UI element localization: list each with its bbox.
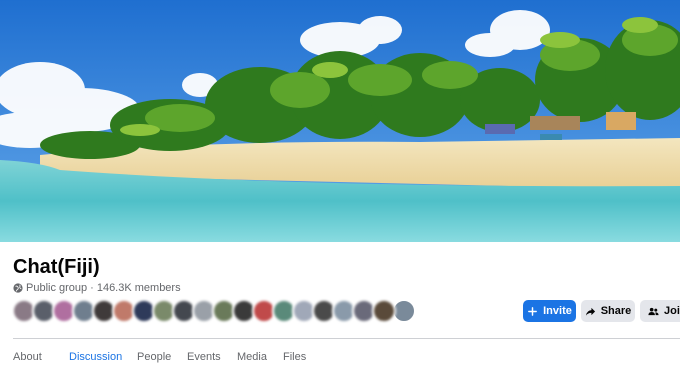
tab-events[interactable]: Events [187, 351, 237, 363]
group-tabs: About Discussion People Events Media Fil… [13, 351, 323, 363]
tab-media[interactable]: Media [237, 351, 283, 363]
share-button[interactable]: Share [581, 300, 635, 322]
member-avatars[interactable] [12, 299, 416, 323]
plus-icon [528, 306, 538, 316]
tab-about[interactable]: About [13, 351, 69, 363]
tab-discussion[interactable]: Discussion [69, 351, 137, 363]
group-privacy[interactable]: Public group [26, 282, 87, 294]
tab-files[interactable]: Files [283, 351, 323, 363]
cover-photo[interactable] [0, 0, 680, 242]
section-divider [13, 338, 680, 339]
invite-button[interactable]: Invite [523, 300, 576, 322]
join-button-label: Join [664, 305, 680, 317]
share-button-label: Share [600, 305, 632, 317]
group-meta: Public group · 146.3K members [13, 282, 181, 294]
share-arrow-icon [585, 307, 595, 316]
people-icon [648, 307, 659, 315]
meta-separator: · [90, 282, 94, 294]
globe-icon [13, 283, 23, 293]
join-button[interactable]: Join [640, 300, 680, 322]
avatar[interactable] [372, 299, 396, 323]
tab-people[interactable]: People [137, 351, 187, 363]
invite-button-label: Invite [543, 305, 572, 317]
member-count[interactable]: 146.3K members [97, 282, 181, 294]
group-name: Chat(Fiji) [13, 256, 100, 278]
